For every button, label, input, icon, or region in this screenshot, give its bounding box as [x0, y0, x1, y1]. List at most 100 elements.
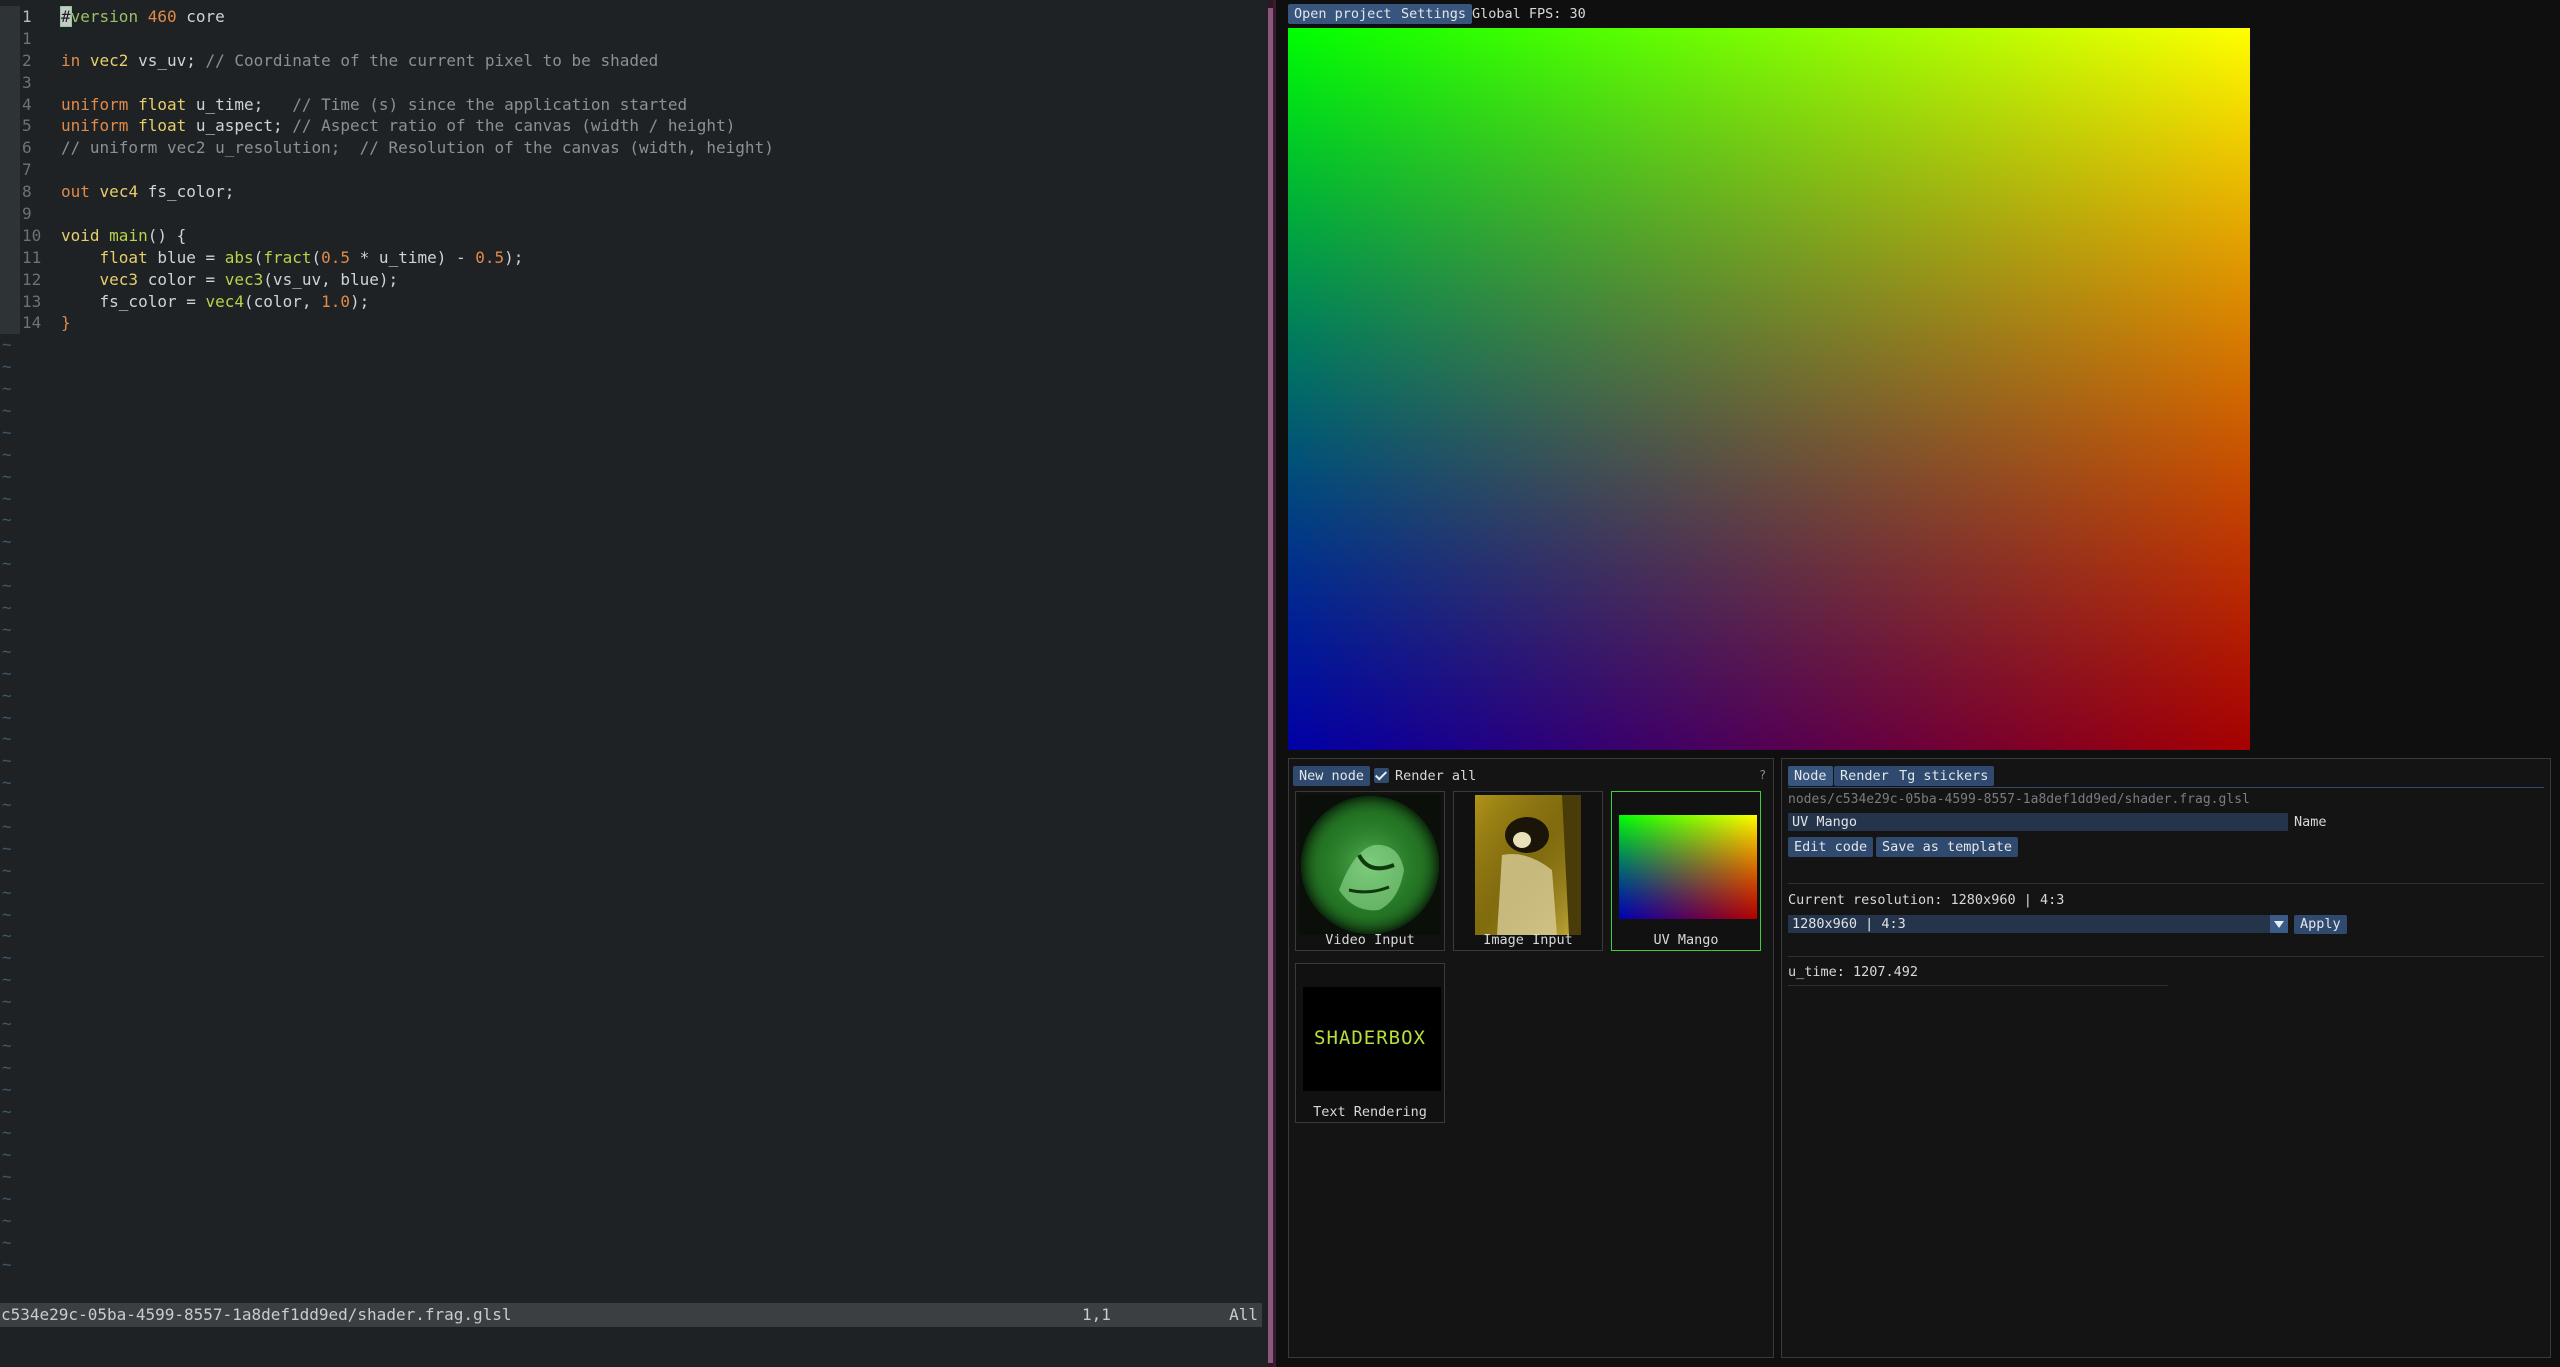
- empty-buffer-line: ~: [2, 1101, 12, 1121]
- empty-buffer-line: ~: [2, 1145, 12, 1165]
- empty-buffer-line: ~: [2, 1013, 12, 1033]
- code-line[interactable]: 9: [0, 203, 1267, 225]
- empty-buffer-line: ~: [2, 335, 12, 355]
- node-label: Image Input: [1483, 932, 1573, 948]
- code-text[interactable]: fs_color = vec4(color, 1.0);: [61, 291, 370, 313]
- tab-node[interactable]: Node: [1788, 766, 1833, 786]
- empty-buffer-line: ~: [2, 1210, 12, 1230]
- split-divider[interactable]: [1268, 8, 1273, 1363]
- render-all-label: Render all: [1395, 768, 1477, 784]
- new-node-button[interactable]: New node: [1293, 766, 1371, 786]
- empty-buffer-line: ~: [2, 619, 12, 639]
- code-text[interactable]: uniform float u_aspect; // Aspect ratio …: [61, 115, 735, 137]
- open-project-button[interactable]: Open project: [1288, 4, 1398, 24]
- code-line[interactable]: 8 out vec4 fs_color;: [0, 181, 1267, 204]
- empty-buffer-line: ~: [2, 466, 12, 486]
- empty-buffer-line: ~: [2, 554, 12, 574]
- code-line[interactable]: 7: [0, 159, 1267, 182]
- tab-render[interactable]: Render: [1834, 766, 1895, 786]
- empty-buffer-line: ~: [2, 1079, 12, 1099]
- empty-buffer-line: ~: [2, 532, 12, 552]
- current-resolution-label: Current resolution: 1280x960 | 4:3: [1788, 892, 2065, 908]
- shader-preview-canvas[interactable]: [1288, 28, 2250, 750]
- line-number: 7: [22, 160, 32, 180]
- video-input-thumbnail: [1299, 795, 1441, 935]
- tab-tg-stickers[interactable]: Tg stickers: [1893, 766, 1995, 786]
- code-text[interactable]: uniform float u_time; // Time (s) since …: [61, 94, 687, 116]
- node-card-image-input[interactable]: Image Input: [1453, 791, 1603, 951]
- code-line[interactable]: 13 fs_color = vec4(color, 1.0);: [0, 290, 1267, 313]
- empty-buffer-line: ~: [2, 576, 12, 596]
- code-line[interactable]: 10 void main() {: [0, 224, 1267, 247]
- empty-buffer-line: ~: [2, 663, 12, 683]
- resolution-select[interactable]: 1280x960 | 4:3: [1788, 915, 2288, 933]
- line-number: 8: [22, 182, 32, 202]
- line-number: 1: [22, 28, 32, 48]
- image-input-thumbnail: [1457, 795, 1599, 935]
- empty-buffer-line: ~: [2, 598, 12, 618]
- help-marker[interactable]: ?: [1759, 768, 1766, 782]
- shaderbox-text: SHADERBOX: [1314, 1027, 1426, 1049]
- empty-buffer-line: ~: [2, 401, 12, 421]
- code-line[interactable]: 6 // uniform vec2 u_resolution; // Resolu…: [0, 137, 1267, 160]
- node-card-video-input[interactable]: Video Input: [1295, 791, 1445, 951]
- text-rendering-thumbnail: SHADERBOX: [1299, 967, 1441, 1107]
- empty-buffer-line: ~: [2, 860, 12, 880]
- code-line[interactable]: 5 uniform float u_aspect; // Aspect ratio…: [0, 115, 1267, 138]
- code-text[interactable]: float blue = abs(fract(0.5 * u_time) - 0…: [61, 247, 524, 269]
- empty-buffer-line: ~: [2, 992, 12, 1012]
- chevron-down-icon: [2270, 915, 2288, 933]
- line-number: 4: [22, 94, 32, 114]
- empty-buffer-line: ~: [2, 904, 12, 924]
- vim-editor[interactable]: 1 #version 460 core 1 2 in vec2 vs_uv; // Co…: [0, 0, 1267, 1367]
- code-line[interactable]: 1 #version 460 core: [0, 6, 1267, 28]
- empty-buffer-line: ~: [2, 773, 12, 793]
- line-number: 11: [22, 247, 42, 267]
- code-text[interactable]: vec3 color = vec3(vs_uv, blue);: [61, 269, 399, 291]
- divider: [1788, 883, 2544, 884]
- code-text[interactable]: }: [61, 312, 71, 334]
- line-number: 5: [22, 116, 32, 136]
- empty-buffer-line: ~: [2, 641, 12, 661]
- empty-buffer-line: ~: [2, 838, 12, 858]
- edit-code-button[interactable]: Edit code: [1788, 837, 1874, 857]
- empty-buffer-line: ~: [2, 1254, 12, 1274]
- code-line[interactable]: 3: [0, 71, 1267, 94]
- empty-buffer-line: ~: [2, 1232, 12, 1252]
- empty-buffer-line: ~: [2, 729, 12, 749]
- code-text[interactable]: out vec4 fs_color;: [61, 181, 234, 203]
- code-text[interactable]: // uniform vec2 u_resolution; // Resolut…: [61, 137, 774, 159]
- tab-underline: [1788, 787, 2544, 788]
- node-card-uv-mango[interactable]: UV Mango: [1611, 791, 1761, 951]
- code-line[interactable]: 12 vec3 color = vec3(vs_uv, blue);: [0, 268, 1267, 291]
- code-line[interactable]: 14}: [0, 312, 1267, 335]
- empty-buffer-line: ~: [2, 1057, 12, 1077]
- line-number: 2: [22, 50, 32, 70]
- empty-buffer-line: ~: [2, 926, 12, 946]
- line-number: 1: [22, 7, 32, 26]
- code-area[interactable]: 1 #version 460 core 1 2 in vec2 vs_uv; // Co…: [0, 6, 1267, 1276]
- code-line[interactable]: 4 uniform float u_time; // Time (s) since…: [0, 93, 1267, 116]
- settings-button[interactable]: Settings: [1395, 4, 1473, 24]
- line-number: 6: [22, 138, 32, 158]
- render-all-checkbox[interactable]: [1374, 768, 1389, 783]
- code-line[interactable]: 11 float blue = abs(fract(0.5 * u_time) …: [0, 246, 1267, 269]
- empty-buffer-line: ~: [2, 1035, 12, 1055]
- empty-buffer-line: ~: [2, 444, 12, 464]
- node-card-text-rendering[interactable]: SHADERBOX Text Rendering: [1295, 963, 1445, 1123]
- code-line[interactable]: 1: [0, 27, 1267, 50]
- code-line[interactable]: 2 in vec2 vs_uv; // Coordinate of the cur…: [0, 49, 1267, 72]
- apply-resolution-button[interactable]: Apply: [2294, 915, 2347, 934]
- code-text[interactable]: in vec2 vs_uv; // Coordinate of the curr…: [61, 50, 658, 72]
- node-name-input[interactable]: UV Mango: [1788, 813, 2288, 831]
- divider: [1788, 985, 2168, 986]
- save-as-template-button[interactable]: Save as template: [1876, 837, 2019, 857]
- empty-buffer-line: ~: [2, 707, 12, 727]
- line-number: 10: [22, 225, 42, 245]
- status-cursor-position: 1,1: [1082, 1305, 1111, 1324]
- line-number: 12: [22, 269, 42, 289]
- code-text[interactable]: void main() {: [61, 225, 186, 247]
- empty-buffer-line: ~: [2, 751, 12, 771]
- uv-mango-thumbnail: [1615, 795, 1757, 935]
- code-text[interactable]: #version 460 core: [60, 6, 225, 28]
